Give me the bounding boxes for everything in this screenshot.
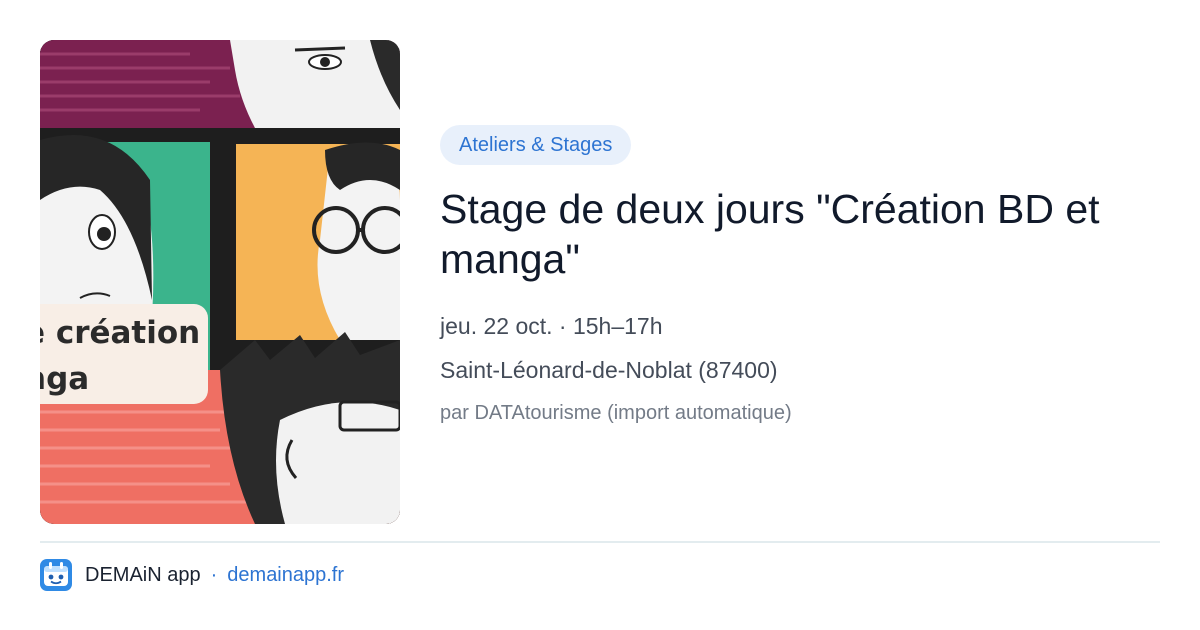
app-url-link[interactable]: demainapp.fr <box>227 564 344 587</box>
app-name: DEMAiN app <box>85 563 201 586</box>
image-caption-line-2: nga <box>40 361 90 397</box>
event-source: par DATAtourisme (import automatique) <box>440 402 792 424</box>
demain-app-logo-icon <box>40 559 72 591</box>
event-datetime: jeu. 22 oct. · 15h–17h <box>440 313 663 339</box>
footer: DEMAiN app · demainapp.fr <box>40 559 344 591</box>
event-location: Saint-Léonard-de-Noblat (87400) <box>440 357 778 383</box>
category-badge[interactable]: Ateliers & Stages <box>440 125 632 165</box>
event-image: e création nga <box>40 40 400 524</box>
image-caption-line-1: e création <box>40 315 201 351</box>
event-preview-card[interactable]: e création nga Ateliers & Stages Stage d… <box>0 0 1200 630</box>
image-caption-box: e création nga <box>40 304 208 404</box>
manga-illustration <box>40 40 400 524</box>
footer-separator: · <box>210 563 218 586</box>
footer-divider <box>40 541 1160 543</box>
event-title[interactable]: Stage de deux jours "Création BD et mang… <box>440 184 1170 284</box>
